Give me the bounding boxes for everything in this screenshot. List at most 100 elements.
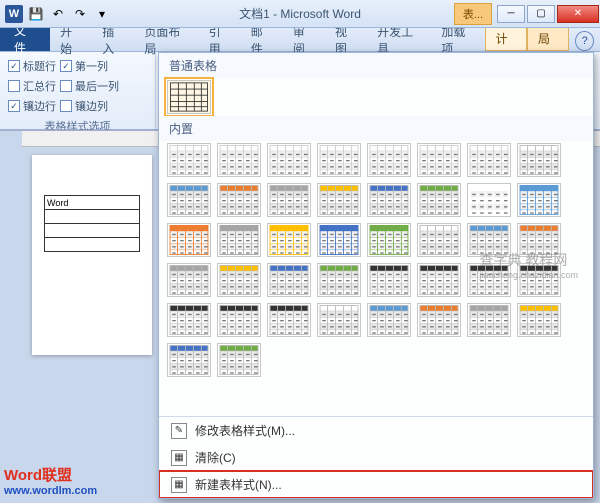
minimize-icon: ─ — [507, 8, 514, 19]
gallery-item[interactable] — [167, 143, 211, 177]
gallery-section-builtin: 内置 — [159, 116, 593, 141]
table-cell[interactable]: Word — [45, 196, 140, 210]
file-tab[interactable]: 文件 — [0, 27, 50, 51]
ribbon-tabs: 文件 开始 插入 页面布局 引用 邮件 审阅 视图 开发工具 加载项 设计 布局… — [0, 28, 600, 52]
gallery-item[interactable] — [217, 143, 261, 177]
gallery-item[interactable] — [167, 183, 211, 217]
save-button[interactable]: 💾 — [26, 4, 46, 24]
gallery-footer: ✎ 修改表格样式(M)... ▦ 清除(C) ▦ 新建表样式(N)... — [159, 416, 593, 498]
checkbox-banded-row[interactable]: ✓镶边行 — [8, 98, 56, 114]
tab-mailings[interactable]: 邮件 — [241, 29, 283, 51]
table-cell[interactable] — [45, 224, 140, 238]
watermark-left: Word联盟 www.wordlm.com — [4, 464, 97, 497]
title-bar: W 💾 ↶ ↷ ▾ 文档1 - Microsoft Word 表... ─ ▢ … — [0, 0, 600, 28]
gallery-item-plain[interactable] — [167, 80, 211, 114]
menu-label: 修改表格样式(M)... — [195, 422, 295, 439]
gallery-item[interactable] — [317, 183, 361, 217]
quick-access-toolbar: W 💾 ↶ ↷ ▾ — [0, 4, 112, 24]
checkbox-total-row[interactable]: 汇总行 — [8, 78, 56, 94]
close-button[interactable]: ✕ — [557, 5, 599, 23]
tab-developer[interactable]: 开发工具 — [367, 29, 431, 51]
gallery-plain-row — [159, 78, 593, 116]
gallery-item[interactable] — [167, 343, 211, 377]
checkbox-banded-col[interactable]: 镶边列 — [60, 98, 108, 114]
tab-home[interactable]: 开始 — [50, 29, 92, 51]
gallery-item[interactable] — [267, 143, 311, 177]
gallery-item[interactable] — [217, 343, 261, 377]
gallery-item[interactable] — [217, 263, 261, 297]
gallery-item[interactable] — [417, 303, 461, 337]
gallery-item[interactable] — [317, 223, 361, 257]
gallery-item[interactable] — [517, 303, 561, 337]
gallery-item[interactable] — [367, 303, 411, 337]
gallery-item[interactable] — [167, 303, 211, 337]
save-icon: 💾 — [29, 7, 44, 21]
gallery-item[interactable] — [517, 183, 561, 217]
gallery-item[interactable] — [367, 183, 411, 217]
redo-button[interactable]: ↷ — [70, 4, 90, 24]
menu-label: 新建表样式(N)... — [195, 476, 282, 493]
gallery-item[interactable] — [417, 263, 461, 297]
new-style-icon: ▦ — [171, 477, 187, 493]
undo-icon: ↶ — [53, 7, 63, 21]
table-cell[interactable] — [45, 238, 140, 252]
gallery-item[interactable] — [467, 143, 511, 177]
modify-icon: ✎ — [171, 423, 187, 439]
menu-new-style[interactable]: ▦ 新建表样式(N)... — [159, 471, 593, 498]
maximize-icon: ▢ — [536, 8, 545, 19]
page[interactable]: Word — [32, 155, 152, 355]
undo-button[interactable]: ↶ — [48, 4, 68, 24]
checkbox-first-col[interactable]: ✓第一列 — [60, 58, 108, 74]
table-cell[interactable] — [45, 210, 140, 224]
gallery-item[interactable] — [167, 263, 211, 297]
gallery-item[interactable] — [267, 263, 311, 297]
redo-icon: ↷ — [75, 7, 85, 21]
gallery-item[interactable] — [367, 223, 411, 257]
gallery-item[interactable] — [317, 263, 361, 297]
close-icon: ✕ — [574, 8, 582, 19]
checkbox-header-row[interactable]: ✓标题行 — [8, 58, 56, 74]
tab-insert[interactable]: 插入 — [92, 29, 134, 51]
gallery-item[interactable] — [467, 303, 511, 337]
gallery-item[interactable] — [417, 183, 461, 217]
qat-more-button[interactable]: ▾ — [92, 4, 112, 24]
checkbox-last-col[interactable]: 最后一列 — [60, 78, 119, 94]
window-controls: ─ ▢ ✕ — [496, 5, 600, 23]
gallery-item[interactable] — [267, 183, 311, 217]
gallery-item[interactable] — [217, 303, 261, 337]
minimize-button[interactable]: ─ — [497, 5, 525, 23]
gallery-item[interactable] — [367, 263, 411, 297]
gallery-item[interactable] — [317, 303, 361, 337]
gallery-item[interactable] — [417, 223, 461, 257]
menu-modify-style[interactable]: ✎ 修改表格样式(M)... — [159, 417, 593, 444]
gallery-item[interactable] — [367, 143, 411, 177]
checkbox-label: 镶边行 — [23, 98, 56, 114]
gallery-item[interactable] — [467, 183, 511, 217]
checkbox-label: 最后一列 — [75, 78, 119, 94]
tab-view[interactable]: 视图 — [325, 29, 367, 51]
help-button[interactable]: ? — [575, 31, 594, 51]
gallery-item[interactable] — [317, 143, 361, 177]
checkbox-label: 镶边列 — [75, 98, 108, 114]
gallery-item[interactable] — [267, 223, 311, 257]
table-style-options-group: ✓标题行 ✓第一列 汇总行 最后一列 ✓镶边行 镶边列 表格样式选项 — [0, 52, 156, 129]
gallery-item[interactable] — [267, 303, 311, 337]
checkbox-label: 标题行 — [23, 58, 56, 74]
context-tab-header: 表... — [454, 3, 492, 25]
tab-review[interactable]: 审阅 — [283, 29, 325, 51]
tab-addins[interactable]: 加载项 — [431, 29, 484, 51]
help-icon: ? — [582, 35, 588, 47]
gallery-item[interactable] — [217, 183, 261, 217]
app-icon[interactable]: W — [4, 4, 24, 24]
window-title: 文档1 - Microsoft Word — [239, 5, 361, 22]
gallery-item[interactable] — [217, 223, 261, 257]
gallery-item[interactable] — [167, 223, 211, 257]
gallery-item[interactable] — [417, 143, 461, 177]
watermark-right: 查字典 教程网 jiaocheng.chazidian.com — [479, 250, 578, 280]
gallery-item[interactable] — [517, 143, 561, 177]
tab-references[interactable]: 引用 — [199, 29, 241, 51]
document-table[interactable]: Word — [44, 195, 140, 252]
maximize-button[interactable]: ▢ — [527, 5, 555, 23]
menu-clear[interactable]: ▦ 清除(C) — [159, 444, 593, 471]
tab-pagelayout[interactable]: 页面布局 — [134, 29, 198, 51]
